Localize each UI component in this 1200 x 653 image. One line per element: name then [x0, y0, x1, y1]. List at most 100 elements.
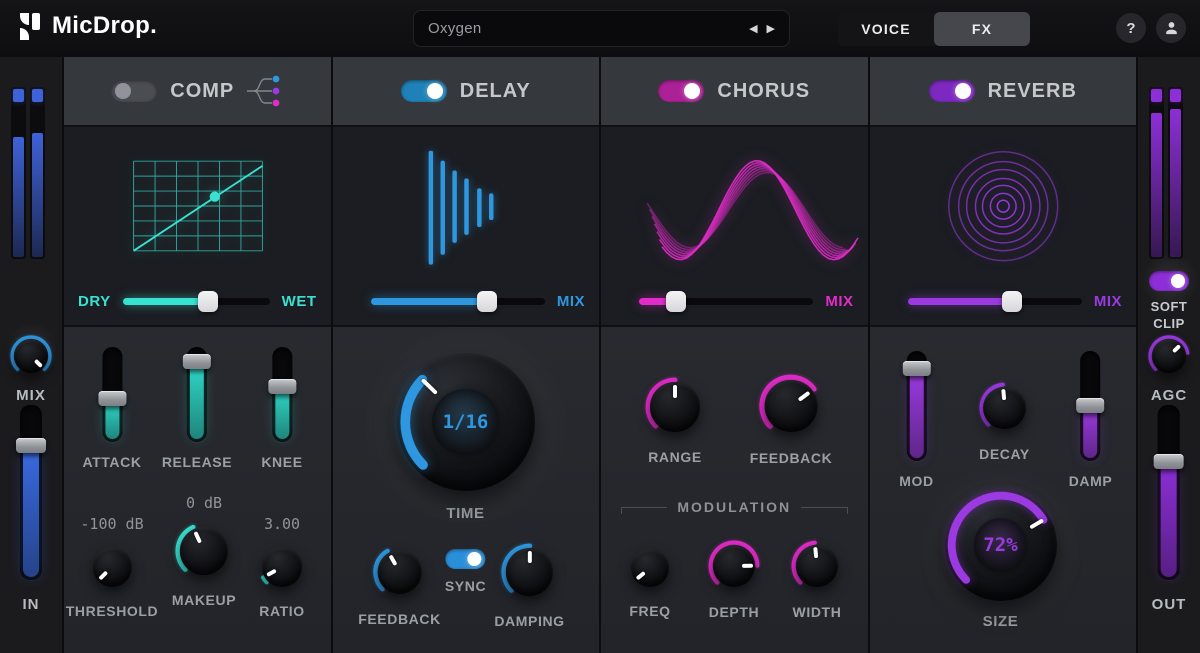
knee-label: KNEE: [261, 454, 302, 470]
mix-control: MIX: [10, 335, 52, 404]
damping-control: DAMPING: [494, 543, 564, 629]
micdrop-logo-icon: [18, 12, 42, 40]
width-control: WIDTH: [791, 540, 843, 620]
freq-label: FREQ: [629, 603, 670, 619]
makeup-value: 0 dB: [186, 494, 222, 512]
mod-label: MOD: [899, 473, 933, 489]
release-label: RELEASE: [162, 454, 232, 470]
makeup-knob[interactable]: [175, 522, 233, 580]
input-gain-control: IN: [20, 405, 42, 613]
sync-label: SYNC: [445, 578, 486, 594]
depth-knob[interactable]: [708, 540, 760, 592]
comp-header: COMP: [64, 57, 331, 127]
tab-voice[interactable]: VOICE: [838, 12, 934, 46]
width-knob[interactable]: [791, 540, 843, 592]
release-control: RELEASE: [162, 347, 232, 470]
comp-title: COMP: [170, 80, 234, 103]
depth-control: DEPTH: [708, 540, 760, 620]
damping-label: DAMPING: [494, 613, 564, 629]
attack-label: ATTACK: [82, 454, 141, 470]
tab-fx[interactable]: FX: [934, 12, 1030, 46]
delay-enable-toggle[interactable]: [401, 80, 447, 102]
output-meter-right: [1168, 87, 1183, 259]
damping-knob[interactable]: [501, 543, 559, 601]
output-gain-fader[interactable]: [1158, 405, 1180, 580]
comp-controls: ATTACK RELEASE KNEE -100 dB THRESHOLD 0 …: [64, 327, 331, 653]
time-knob[interactable]: 1/16: [397, 353, 535, 491]
input-gain-fader[interactable]: [20, 405, 42, 580]
output-gain-control: OUT: [1152, 405, 1187, 613]
topbar: MicDrop. Oxygen ◀ ▶ VOICE FX ?: [0, 0, 1200, 57]
chorus-feedback-label: FEEDBACK: [750, 450, 833, 466]
preset-name: Oxygen: [428, 20, 749, 37]
chorus-enable-toggle[interactable]: [658, 80, 704, 102]
damp-fader[interactable]: [1081, 351, 1101, 461]
comp-drywet-row: DRY WET: [78, 290, 317, 312]
fx-routing-icon: [247, 74, 283, 108]
reverb-header: REVERB: [870, 57, 1137, 127]
range-knob[interactable]: [645, 377, 705, 437]
chorus-mix-label: MIX: [825, 293, 853, 310]
knee-fader[interactable]: [272, 347, 292, 442]
soft-clip-toggle[interactable]: [1149, 271, 1189, 291]
threshold-control: -100 dB THRESHOLD: [66, 515, 159, 619]
account-button[interactable]: [1156, 13, 1186, 43]
reverb-mix-label: MIX: [1094, 293, 1122, 310]
preset-prev-icon[interactable]: ◀: [749, 22, 757, 35]
comp-section: COMP DRY WET ATTACK RELEASE: [64, 57, 331, 653]
reverb-enable-toggle[interactable]: [929, 80, 975, 102]
app-logo: MicDrop.: [18, 12, 157, 40]
ratio-control: 3.00 RATIO: [258, 515, 306, 619]
attack-control: ATTACK: [82, 347, 141, 470]
agc-knob[interactable]: [1148, 335, 1190, 377]
time-label: TIME: [446, 505, 484, 522]
app-title: MicDrop.: [52, 12, 157, 40]
attack-fader[interactable]: [102, 347, 122, 442]
threshold-knob[interactable]: [88, 543, 136, 591]
reverb-controls: MOD DECAY DAMP 72% SIZE: [870, 327, 1137, 653]
makeup-control: 0 dB MAKEUP: [172, 494, 236, 608]
ratio-knob[interactable]: [258, 543, 306, 591]
comp-enable-toggle[interactable]: [111, 80, 157, 102]
sync-toggle[interactable]: [445, 549, 485, 569]
preset-next-icon[interactable]: ▶: [767, 22, 775, 35]
mix-knob[interactable]: [10, 335, 52, 377]
size-knob[interactable]: 72%: [945, 489, 1057, 601]
input-meter-right: [30, 87, 45, 259]
release-fader[interactable]: [187, 347, 207, 442]
chorus-section: CHORUS MIX RANGE FEEDBACK: [601, 57, 868, 653]
comp-drywet-slider[interactable]: [123, 298, 270, 305]
threshold-label: THRESHOLD: [66, 603, 159, 619]
delay-feedback-knob[interactable]: [373, 545, 427, 599]
help-icon: ?: [1126, 20, 1135, 37]
decay-label: DECAY: [979, 446, 1030, 462]
chorus-mix-slider[interactable]: [639, 298, 813, 305]
ratio-label: RATIO: [259, 603, 305, 619]
comp-viz-panel: DRY WET: [64, 127, 331, 327]
time-control: 1/16 TIME: [397, 353, 535, 522]
input-meter-left: [11, 87, 26, 259]
output-meter-left: [1149, 87, 1164, 259]
range-label: RANGE: [648, 449, 702, 465]
range-control: RANGE: [645, 377, 705, 465]
delay-mix-row: MIX: [347, 290, 586, 312]
delay-title: DELAY: [460, 80, 531, 103]
damp-control: DAMP: [1069, 351, 1113, 489]
delay-mix-slider[interactable]: [371, 298, 545, 305]
wet-label: WET: [282, 293, 317, 310]
reverb-viz-panel: MIX: [870, 127, 1137, 327]
damp-label: DAMP: [1069, 473, 1113, 489]
modulation-divider: MODULATION: [621, 499, 848, 515]
comp-curve-display[interactable]: [128, 153, 268, 259]
decay-knob[interactable]: [979, 382, 1031, 434]
chorus-feedback-knob[interactable]: [759, 374, 823, 438]
reverb-mix-slider[interactable]: [908, 298, 1082, 305]
freq-knob[interactable]: [627, 545, 673, 591]
delay-feedback-label: FEEDBACK: [358, 611, 441, 627]
main-area: MIX IN COMP DRY WET: [0, 57, 1200, 653]
help-button[interactable]: ?: [1116, 13, 1146, 43]
preset-selector[interactable]: Oxygen ◀ ▶: [413, 10, 790, 47]
chorus-title: CHORUS: [717, 80, 810, 103]
decay-control: DECAY: [979, 382, 1031, 462]
mod-fader[interactable]: [907, 351, 927, 461]
